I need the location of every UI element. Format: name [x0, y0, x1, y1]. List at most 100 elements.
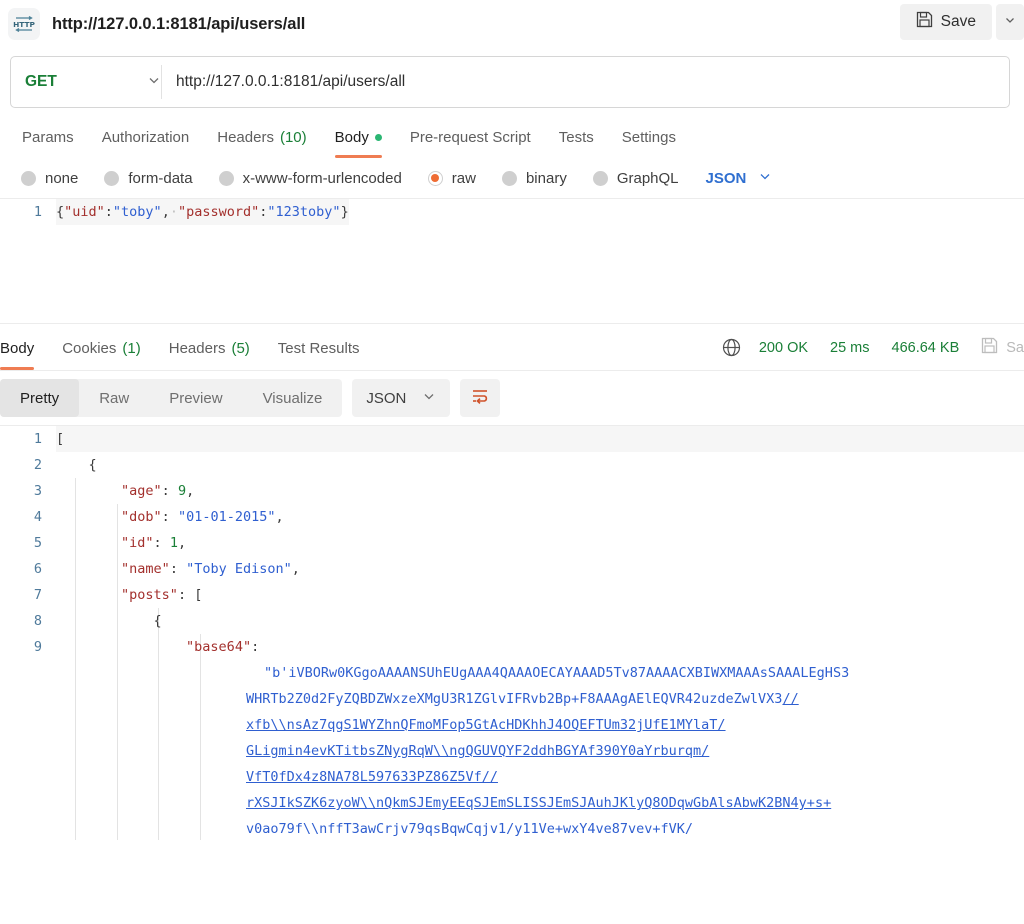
tab-params[interactable]: Params [8, 129, 88, 158]
radio-icon [218, 170, 234, 186]
request-body-code[interactable]: {"uid":"toby",·"password":"123toby"} [56, 199, 349, 225]
code-line-wrapped: xfb\\nsAz7qgS1WYZhnQFmoMFop5GtAcHDKhhJ4O… [0, 712, 1024, 738]
base64-segment[interactable]: rXSJIkSZK6zyoW\\nQkmSJEmyEEqSJEmSLISSJEm… [246, 795, 831, 811]
base64-text[interactable]: GLigmin4evKTitbsZNygRqW\\ngQGUVQYF2ddhBG… [56, 738, 1024, 764]
json-token: : [153, 535, 170, 551]
response-size: 466.64 KB [891, 339, 960, 356]
body-format-label: JSON [705, 169, 747, 187]
body-type-x-www-form-urlencoded[interactable]: x-www-form-urlencoded [206, 170, 415, 187]
code-text: "posts": [ [56, 582, 1024, 608]
floppy-disk-icon [916, 11, 933, 33]
json-token: { [56, 613, 162, 629]
base64-text[interactable]: rXSJIkSZK6zyoW\\nQkmSJEmyEEqSJEmSLISSJEm… [56, 790, 1024, 816]
tab-count: (1) [122, 340, 141, 357]
code-text: "dob": "01-01-2015", [56, 504, 1024, 530]
tab-body[interactable]: Body [321, 129, 396, 158]
response-time: 25 ms [830, 339, 870, 356]
body-type-graphql[interactable]: GraphQL [580, 170, 692, 187]
body-type-none[interactable]: none [8, 170, 91, 187]
method-selector[interactable]: GET [11, 57, 161, 107]
response-tab-test-results[interactable]: Test Results [264, 340, 374, 370]
view-label: Visualize [262, 389, 323, 407]
base64-segment[interactable]: xfb\\nsAz7qgS1WYZhnQFmoMFop5GtAcHDKhhJ4O… [246, 717, 726, 733]
view-visualize[interactable]: Visualize [243, 379, 343, 417]
response-status-bar: 200 OK 25 ms 466.64 KB Sa [722, 337, 1024, 358]
body-type-raw[interactable]: raw [415, 170, 489, 187]
tab-label: Body [334, 129, 369, 146]
line-number: 7 [33, 587, 42, 603]
tab-label: Authorization [101, 129, 190, 146]
code-line: 4 "dob": "01-01-2015", [0, 504, 1024, 530]
response-tab-headers[interactable]: Headers (5) [155, 340, 264, 370]
save-response-label: Sa [1006, 339, 1024, 356]
json-token: : [104, 204, 113, 220]
body-format-selector[interactable]: JSON [692, 169, 773, 187]
code-line: 8 { [0, 608, 1024, 634]
view-raw[interactable]: Raw [79, 379, 149, 417]
base64-segment[interactable]: VfT0fDx4z8NA78L597633PZ86Z5Vf// [246, 769, 498, 785]
code-text: "name": "Toby Edison", [56, 556, 1024, 582]
tab-authorization[interactable]: Authorization [88, 129, 204, 158]
line-number: 1 [33, 431, 42, 447]
tab-tests[interactable]: Tests [545, 129, 608, 158]
response-tab-cookies[interactable]: Cookies (1) [48, 340, 155, 370]
view-preview[interactable]: Preview [149, 379, 242, 417]
json-token: "Toby Edison" [186, 561, 292, 577]
save-response-button[interactable]: Sa [981, 337, 1024, 358]
json-token: , [275, 509, 284, 525]
chevron-down-icon [1004, 13, 1016, 31]
svg-text:HTTP: HTTP [13, 20, 35, 29]
save-button-label: Save [940, 13, 976, 30]
base64-segment: WHRTb2Z0d2FyZQBDZWxzeXMgU3R1ZGlvIFRvb2Bp… [246, 691, 783, 707]
response-json-code[interactable]: 1[2 {3 "age": 9, 4 "dob": "01-01-2015", 5 … [0, 426, 1024, 840]
json-token: 9 [177, 483, 187, 499]
json-token: "name" [121, 561, 170, 577]
json-token: : [161, 509, 178, 525]
body-type-label: x-www-form-urlencoded [242, 169, 402, 187]
save-options-button[interactable] [996, 4, 1024, 40]
floppy-disk-icon [981, 337, 998, 358]
response-format-label: JSON [366, 389, 407, 407]
globe-icon[interactable] [722, 338, 741, 357]
json-token: { [56, 457, 97, 473]
url-input[interactable] [162, 57, 1009, 107]
json-token: , [161, 204, 170, 220]
body-modified-dot-icon [374, 134, 382, 141]
word-wrap-toggle[interactable] [460, 379, 501, 417]
save-button[interactable]: Save [899, 4, 992, 40]
base64-text[interactable]: xfb\\nsAz7qgS1WYZhnQFmoMFop5GtAcHDKhhJ4O… [56, 712, 1024, 738]
json-token: "id" [121, 535, 154, 551]
view-pretty[interactable]: Pretty [0, 379, 80, 417]
radio-icon [21, 170, 36, 186]
base64-link-segment[interactable]: // [782, 691, 798, 707]
json-token: · [169, 204, 178, 220]
json-token: 1 [169, 535, 178, 551]
tab-settings[interactable]: Settings [608, 129, 690, 158]
code-line-wrapped: WHRTb2Z0d2FyZQBDZWxzeXMgU3R1ZGlvIFRvb2Bp… [0, 686, 1024, 712]
code-line: 6 "name": "Toby Edison", [0, 556, 1024, 582]
tab-headers[interactable]: Headers (10) [203, 129, 320, 158]
request-tabs: Params Authorization Headers (10) Body P… [0, 114, 1024, 158]
response-tab-body[interactable]: Body [0, 340, 48, 370]
json-token: , [177, 535, 187, 551]
line-number: 1 [33, 204, 42, 220]
response-format-selector[interactable]: JSON [352, 379, 451, 417]
api-client-window: HTTP http://127.0.0.1:8181/api/users/all… [0, 0, 1024, 924]
body-type-form-data[interactable]: form-data [91, 170, 205, 187]
tab-pre-request-script[interactable]: Pre-request Script [396, 129, 545, 158]
line-number: 3 [33, 483, 42, 499]
json-token: "uid" [64, 204, 105, 220]
body-type-label: none [45, 169, 79, 187]
chevron-down-icon [147, 73, 161, 92]
code-text: [ [56, 426, 1024, 452]
body-type-binary[interactable]: binary [489, 170, 580, 187]
response-body-panel[interactable]: 1[2 {3 "age": 9, 4 "dob": "01-01-2015", 5 … [0, 425, 1024, 840]
request-body-editor[interactable]: 1 {"uid":"toby",·"password":"123toby"} [0, 198, 1024, 323]
base64-segment[interactable]: GLigmin4evKTitbsZNygRqW\\ngQGUVQYF2ddhBG… [246, 743, 709, 759]
base64-text[interactable]: VfT0fDx4z8NA78L597633PZ86Z5Vf// [56, 764, 1024, 790]
